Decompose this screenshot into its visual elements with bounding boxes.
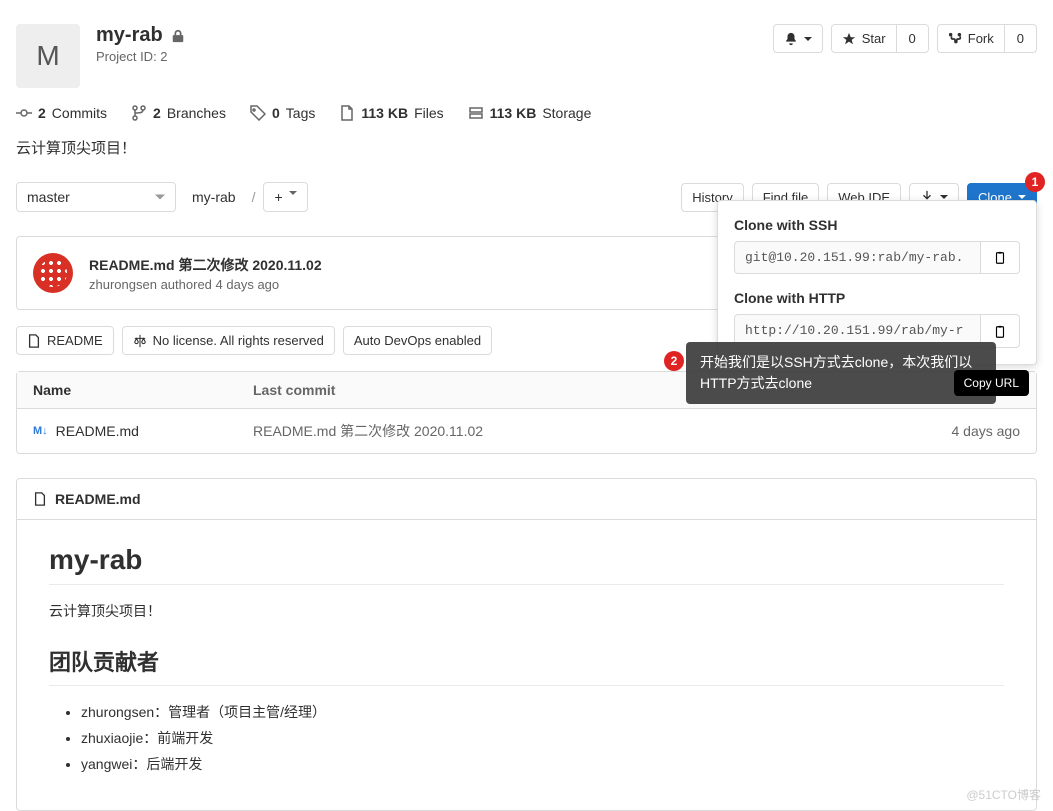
- star-button[interactable]: Star: [831, 24, 897, 53]
- license-button[interactable]: No license. All rights reserved: [122, 326, 335, 355]
- chevron-down-icon: [155, 192, 165, 202]
- clipboard-icon: [993, 325, 1007, 339]
- readme-header: README.md: [17, 479, 1036, 520]
- markdown-icon: M↓: [33, 425, 48, 437]
- clone-ssh-input[interactable]: git@10.20.151.99:rab/my-rab.: [734, 241, 981, 274]
- scale-icon: [133, 334, 147, 348]
- project-header: M my-rab Project ID: 2 Star 0: [16, 0, 1037, 104]
- clone-http-label: Clone with HTTP: [734, 290, 1020, 306]
- project-description: 云计算顶尖项目！: [16, 133, 1037, 174]
- branch-selector[interactable]: master: [16, 182, 176, 212]
- list-item: zhurongsen：管理者（项目主管/经理）: [81, 702, 1004, 722]
- project-avatar: M: [16, 24, 80, 88]
- readme-body: my-rab 云计算顶尖项目！ 团队贡献者 zhurongsen：管理者（项目主…: [17, 520, 1036, 810]
- lock-icon: [171, 24, 185, 47]
- plus-icon: +: [274, 189, 282, 205]
- list-item: zhuxiaojie：前端开发: [81, 728, 1004, 748]
- file-update-time: 4 days ago: [900, 423, 1020, 439]
- stat-storage[interactable]: 113 KB Storage: [468, 104, 592, 121]
- stat-tags[interactable]: 0 Tags: [250, 104, 315, 121]
- list-item: yangwei：后端开发: [81, 754, 1004, 774]
- breadcrumb-separator: /: [252, 189, 256, 205]
- fork-count: 0: [1005, 24, 1037, 53]
- copy-url-tooltip: Copy URL: [954, 370, 1029, 396]
- star-icon: [842, 32, 856, 46]
- star-count: 0: [897, 24, 929, 53]
- col-name-header: Name: [33, 382, 253, 398]
- commits-icon: [16, 104, 32, 121]
- devops-button[interactable]: Auto DevOps enabled: [343, 326, 492, 355]
- clone-dropdown: Clone with SSH git@10.20.151.99:rab/my-r…: [717, 200, 1037, 365]
- add-button[interactable]: +: [263, 182, 307, 212]
- stat-commits[interactable]: 2 Commits: [16, 104, 107, 121]
- readme-h1: my-rab: [49, 544, 1004, 585]
- stat-files[interactable]: 113 KB Files: [339, 104, 443, 121]
- annotation-badge-1: 1: [1025, 172, 1045, 192]
- files-icon: [339, 104, 355, 121]
- stat-branches[interactable]: 2 Branches: [131, 104, 226, 121]
- fork-icon: [948, 32, 962, 46]
- tags-icon: [250, 104, 266, 121]
- bell-icon: [784, 32, 798, 46]
- watermark: @51CTO博客: [966, 786, 1041, 803]
- readme-contributors-list: zhurongsen：管理者（项目主管/经理） zhuxiaojie：前端开发 …: [49, 702, 1004, 774]
- stats-row: 2 Commits 2 Branches 0 Tags 113 KB Files…: [16, 104, 1037, 133]
- storage-icon: [468, 104, 484, 121]
- readme-card: README.md my-rab 云计算顶尖项目！ 团队贡献者 zhurongs…: [16, 478, 1037, 811]
- project-id: Project ID: 2: [96, 49, 757, 64]
- chevron-down-icon: [804, 35, 812, 43]
- document-icon: [33, 492, 47, 506]
- annotation-tooltip-2: 开始我们是以SSH方式去clone，本次我们以HTTP方式去clone: [686, 342, 996, 404]
- table-row: M↓ README.md README.md 第二次修改 2020.11.02 …: [17, 409, 1036, 453]
- readme-p1: 云计算顶尖项目！: [49, 601, 1004, 621]
- clipboard-icon: [993, 251, 1007, 265]
- branches-icon: [131, 104, 147, 121]
- readme-h2: 团队贡献者: [49, 645, 1004, 686]
- readme-filename: README.md: [55, 491, 141, 507]
- chevron-down-icon: [289, 189, 297, 197]
- annotation-badge-2: 2: [664, 351, 684, 371]
- readme-button[interactable]: README: [16, 326, 114, 355]
- breadcrumb-project[interactable]: my-rab: [184, 189, 244, 205]
- document-icon: [27, 334, 41, 348]
- file-commit-message[interactable]: README.md 第二次修改 2020.11.02: [253, 421, 900, 441]
- clone-ssh-label: Clone with SSH: [734, 217, 1020, 233]
- project-title: my-rab: [96, 24, 757, 47]
- star-button-group: Star 0: [831, 24, 929, 53]
- copy-ssh-button[interactable]: [981, 241, 1020, 274]
- file-name-link[interactable]: README.md: [56, 423, 139, 439]
- notification-button[interactable]: [773, 24, 823, 53]
- fork-button-group: Fork 0: [937, 24, 1037, 53]
- fork-button[interactable]: Fork: [937, 24, 1005, 53]
- project-name: my-rab: [96, 24, 163, 47]
- commit-author-avatar[interactable]: [33, 253, 73, 293]
